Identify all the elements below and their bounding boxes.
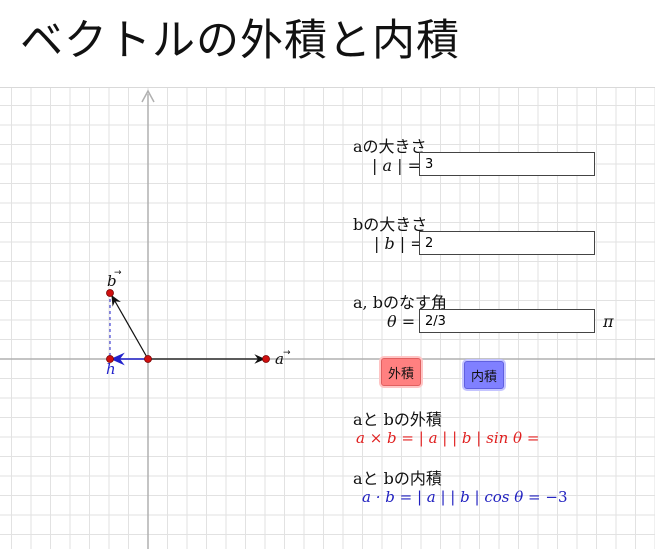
label-h: h (106, 360, 116, 378)
vector-b (111, 294, 149, 360)
label-b-magnitude: bの大きさ (353, 215, 428, 234)
angle-input[interactable] (419, 309, 595, 333)
cross-product-button[interactable]: 外積 (381, 358, 421, 386)
point-b[interactable] (106, 289, 114, 297)
eq-a-magnitude: | a | = (372, 156, 421, 175)
page-title: ベクトルの外積と内積 (20, 16, 460, 66)
dot-product-value: −3 (545, 488, 568, 506)
angle-unit: π (603, 312, 614, 331)
a-magnitude-input[interactable] (419, 152, 595, 176)
dot-product-expression: a · b = | a | | b | cos θ = (362, 488, 541, 506)
label-a-arrow: → (283, 348, 291, 358)
cross-product-formula: a × b = | a | | b | sin θ = (356, 429, 540, 447)
label-a-magnitude: aの大きさ (353, 137, 427, 156)
eq-b-magnitude: | b | = (374, 234, 424, 253)
eq-angle: θ = (387, 312, 416, 331)
label-b-arrow: → (114, 268, 122, 278)
b-magnitude-input[interactable] (419, 231, 595, 255)
label-dot-product: aと bの内積 (353, 469, 442, 488)
point-a[interactable] (262, 355, 270, 363)
dot-product-formula: a · b = | a | | b | cos θ = −3 (362, 488, 568, 506)
origin-point[interactable] (144, 355, 152, 363)
title-bar: ベクトルの外積と内積 (0, 0, 655, 88)
label-cross-product: aと bの外積 (353, 410, 442, 429)
dot-product-button[interactable]: 内積 (464, 361, 504, 389)
